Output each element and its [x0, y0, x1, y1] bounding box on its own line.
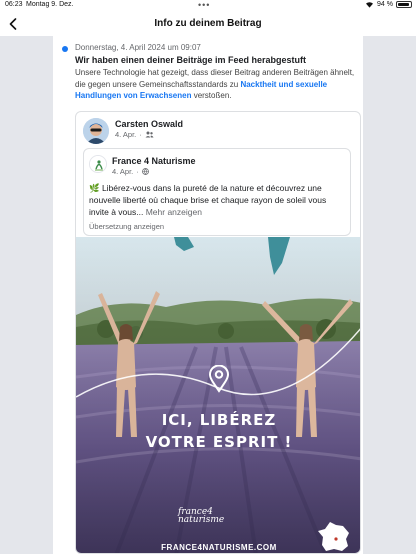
notice-body-suffix: verstoßen. [191, 91, 232, 100]
location-pin-icon [208, 365, 230, 393]
see-more-link[interactable]: Mehr anzeigen [146, 207, 202, 217]
photo-headline-line1: ICI, LIBÉREZ [161, 411, 277, 429]
post-text-body: 🌿 Libérez-vous dans la pureté de la natu… [89, 183, 327, 217]
author-meta: 4. Apr. · [115, 130, 154, 139]
post-photo[interactable]: ICI, LIBÉREZ VOTRE ESPRIT ! france4 natu… [76, 237, 360, 553]
brand-logo: france4 naturisme [178, 508, 225, 525]
battery-percent: 94 % [377, 1, 393, 8]
author-photo [83, 118, 109, 144]
naturisme-logo-icon [90, 156, 106, 172]
avatar[interactable] [83, 118, 109, 144]
notice-body: Unsere Technologie hat gezeigt, dass die… [75, 67, 360, 102]
side-background-right [363, 36, 416, 554]
friends-icon [145, 131, 154, 138]
photo-headline-line2: VOTRE ESPRIT ! [145, 433, 293, 451]
battery-icon [396, 1, 412, 8]
status-date: Montag 9. Dez. [26, 1, 74, 8]
page-avatar[interactable] [89, 155, 107, 173]
back-button[interactable] [6, 16, 20, 32]
page-meta: 4. Apr. · [112, 167, 149, 176]
main-content[interactable]: Donnerstag, 4. April 2024 um 09:07 Wir h… [53, 36, 363, 554]
multitasking-dots-icon[interactable]: ••• [198, 0, 210, 10]
post-date: 4. Apr. [115, 130, 137, 139]
shared-post[interactable]: France 4 Naturisme 4. Apr. · 🌿 Libérez-v… [83, 148, 351, 236]
photo-brand-url: FRANCE4NATURISME.COM [161, 543, 277, 552]
notice-date: Donnerstag, 4. April 2024 um 09:07 [75, 43, 201, 52]
post-card[interactable]: Carsten Oswald 4. Apr. · France 4 Naturi… [75, 111, 361, 554]
wifi-icon [366, 2, 374, 8]
status-right: 94 % [365, 1, 412, 8]
chevron-left-icon [9, 18, 17, 30]
notice-title: Wir haben einen deiner Beiträge im Feed … [75, 55, 306, 65]
unread-indicator [62, 46, 68, 52]
see-translation-link[interactable]: Übersetzung anzeigen [89, 222, 164, 231]
lavender-field-photo [76, 237, 360, 553]
shared-post-text: 🌿 Libérez-vous dans la pureté de la natu… [89, 182, 347, 218]
page-name[interactable]: France 4 Naturisme [112, 156, 196, 166]
status-bar: 06:23 Montag 9. Dez. ••• 94 % [0, 0, 416, 12]
side-background-left [0, 36, 53, 554]
shared-date: 4. Apr. [112, 167, 134, 176]
status-time: 06:23 [5, 1, 23, 8]
page-title: Info zu deinem Beitrag [154, 18, 262, 29]
globe-icon [141, 168, 149, 175]
brand-logo-line2: naturisme [178, 515, 225, 525]
author-name[interactable]: Carsten Oswald [115, 119, 183, 129]
navigation-bar: Info zu deinem Beitrag [0, 12, 416, 36]
